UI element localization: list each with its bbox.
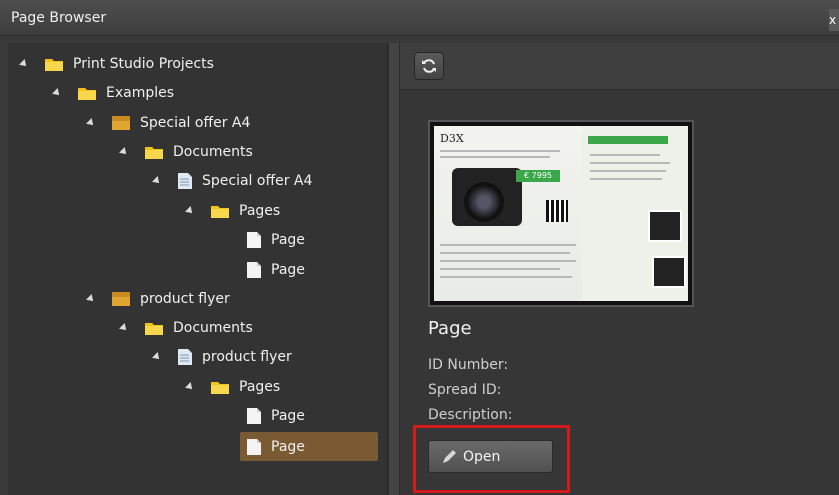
tree-node-page[interactable]: Page	[246, 405, 305, 427]
tree-node-page-selected[interactable]: Page	[240, 432, 378, 461]
page-icon	[247, 232, 261, 248]
tree-node-documents[interactable]: Documents	[119, 317, 253, 339]
tree-node-label: Examples	[106, 85, 175, 101]
expand-arrow-icon[interactable]	[86, 294, 96, 304]
preview-sidebar	[582, 126, 688, 301]
tree-node-label: product flyer	[140, 291, 230, 307]
close-icon[interactable]: x	[829, 9, 839, 31]
camera-thumbnail-image	[652, 256, 686, 288]
description-label: Description:	[428, 407, 513, 423]
tree-node-pages[interactable]: Pages	[185, 200, 281, 222]
tree-node-label: Special offer A4	[140, 115, 251, 131]
tree-node-examples[interactable]: Examples	[52, 82, 175, 104]
page-icon	[247, 438, 261, 455]
details-toolbar	[400, 43, 839, 90]
tree-node-special-offer-project[interactable]: Special offer A4	[86, 112, 251, 134]
tree-node-page[interactable]: Page	[246, 259, 305, 281]
tree-node-pages[interactable]: Pages	[185, 376, 281, 398]
tree-node-print-studio-projects[interactable]: Print Studio Projects	[19, 53, 214, 75]
document-icon	[178, 173, 192, 189]
page-icon	[247, 408, 261, 424]
page-title: Page	[428, 318, 472, 339]
tree-node-label: Page	[271, 408, 305, 424]
expand-arrow-icon[interactable]	[86, 118, 96, 128]
camera-lens-image	[464, 182, 504, 222]
expand-arrow-icon[interactable]	[19, 59, 29, 69]
tree-node-product-flyer-document[interactable]: product flyer	[152, 346, 292, 368]
page-icon	[247, 262, 261, 278]
tree-node-label: Documents	[173, 320, 253, 336]
tree-node-label: Pages	[239, 203, 281, 219]
tree-node-label: Page	[271, 262, 305, 278]
tree-node-product-flyer-project[interactable]: product flyer	[86, 288, 230, 310]
window-title: Page Browser	[11, 10, 107, 26]
pencil-icon	[443, 450, 456, 463]
preview-document: D3X € 7995	[434, 126, 688, 301]
tree-node-label: Page	[271, 232, 305, 248]
expand-arrow-icon[interactable]	[185, 206, 195, 216]
tree-node-label: Print Studio Projects	[73, 56, 214, 72]
qr-code-image	[546, 200, 568, 222]
tree-node-special-offer-document[interactable]: Special offer A4	[152, 170, 313, 192]
tree-node-label: Documents	[173, 144, 253, 160]
open-button-label: Open	[463, 449, 501, 465]
expand-arrow-icon[interactable]	[152, 352, 162, 362]
expand-arrow-icon[interactable]	[119, 323, 129, 333]
expand-arrow-icon[interactable]	[152, 176, 162, 186]
preview-heading: D3X	[440, 132, 464, 145]
spread-id-label: Spread ID:	[428, 382, 502, 398]
camera-thumbnail-image	[648, 210, 682, 242]
project-icon	[112, 292, 130, 306]
tree-node-label: product flyer	[202, 349, 292, 365]
expand-arrow-icon[interactable]	[52, 88, 62, 98]
tree-node-label: Special offer A4	[202, 173, 313, 189]
expand-arrow-icon[interactable]	[185, 382, 195, 392]
tree-panel: Print Studio Projects Examples Special o…	[8, 43, 388, 495]
title-bar: Page Browser x	[0, 0, 839, 36]
folder-icon	[45, 59, 63, 71]
tree-node-page[interactable]: Page	[246, 229, 305, 251]
project-icon	[112, 116, 130, 130]
id-number-label: ID Number:	[428, 357, 509, 373]
tree-node-label: Page	[271, 438, 305, 455]
open-button[interactable]: Open	[428, 440, 553, 473]
document-icon	[178, 349, 192, 365]
folder-icon	[78, 88, 96, 100]
refresh-icon	[422, 59, 436, 73]
page-preview: D3X € 7995	[428, 120, 694, 307]
panel-splitter[interactable]	[388, 43, 400, 495]
folder-icon	[145, 323, 163, 335]
folder-icon	[145, 147, 163, 159]
expand-arrow-icon[interactable]	[119, 147, 129, 157]
folder-icon	[211, 206, 229, 218]
details-panel: D3X € 7995 Page ID Number: Spread ID: De…	[400, 43, 839, 495]
folder-icon	[211, 382, 229, 394]
tree-node-label: Pages	[239, 379, 281, 395]
preview-price-badge: € 7995	[516, 170, 560, 182]
tree-node-documents[interactable]: Documents	[119, 141, 253, 163]
refresh-button[interactable]	[414, 52, 444, 80]
